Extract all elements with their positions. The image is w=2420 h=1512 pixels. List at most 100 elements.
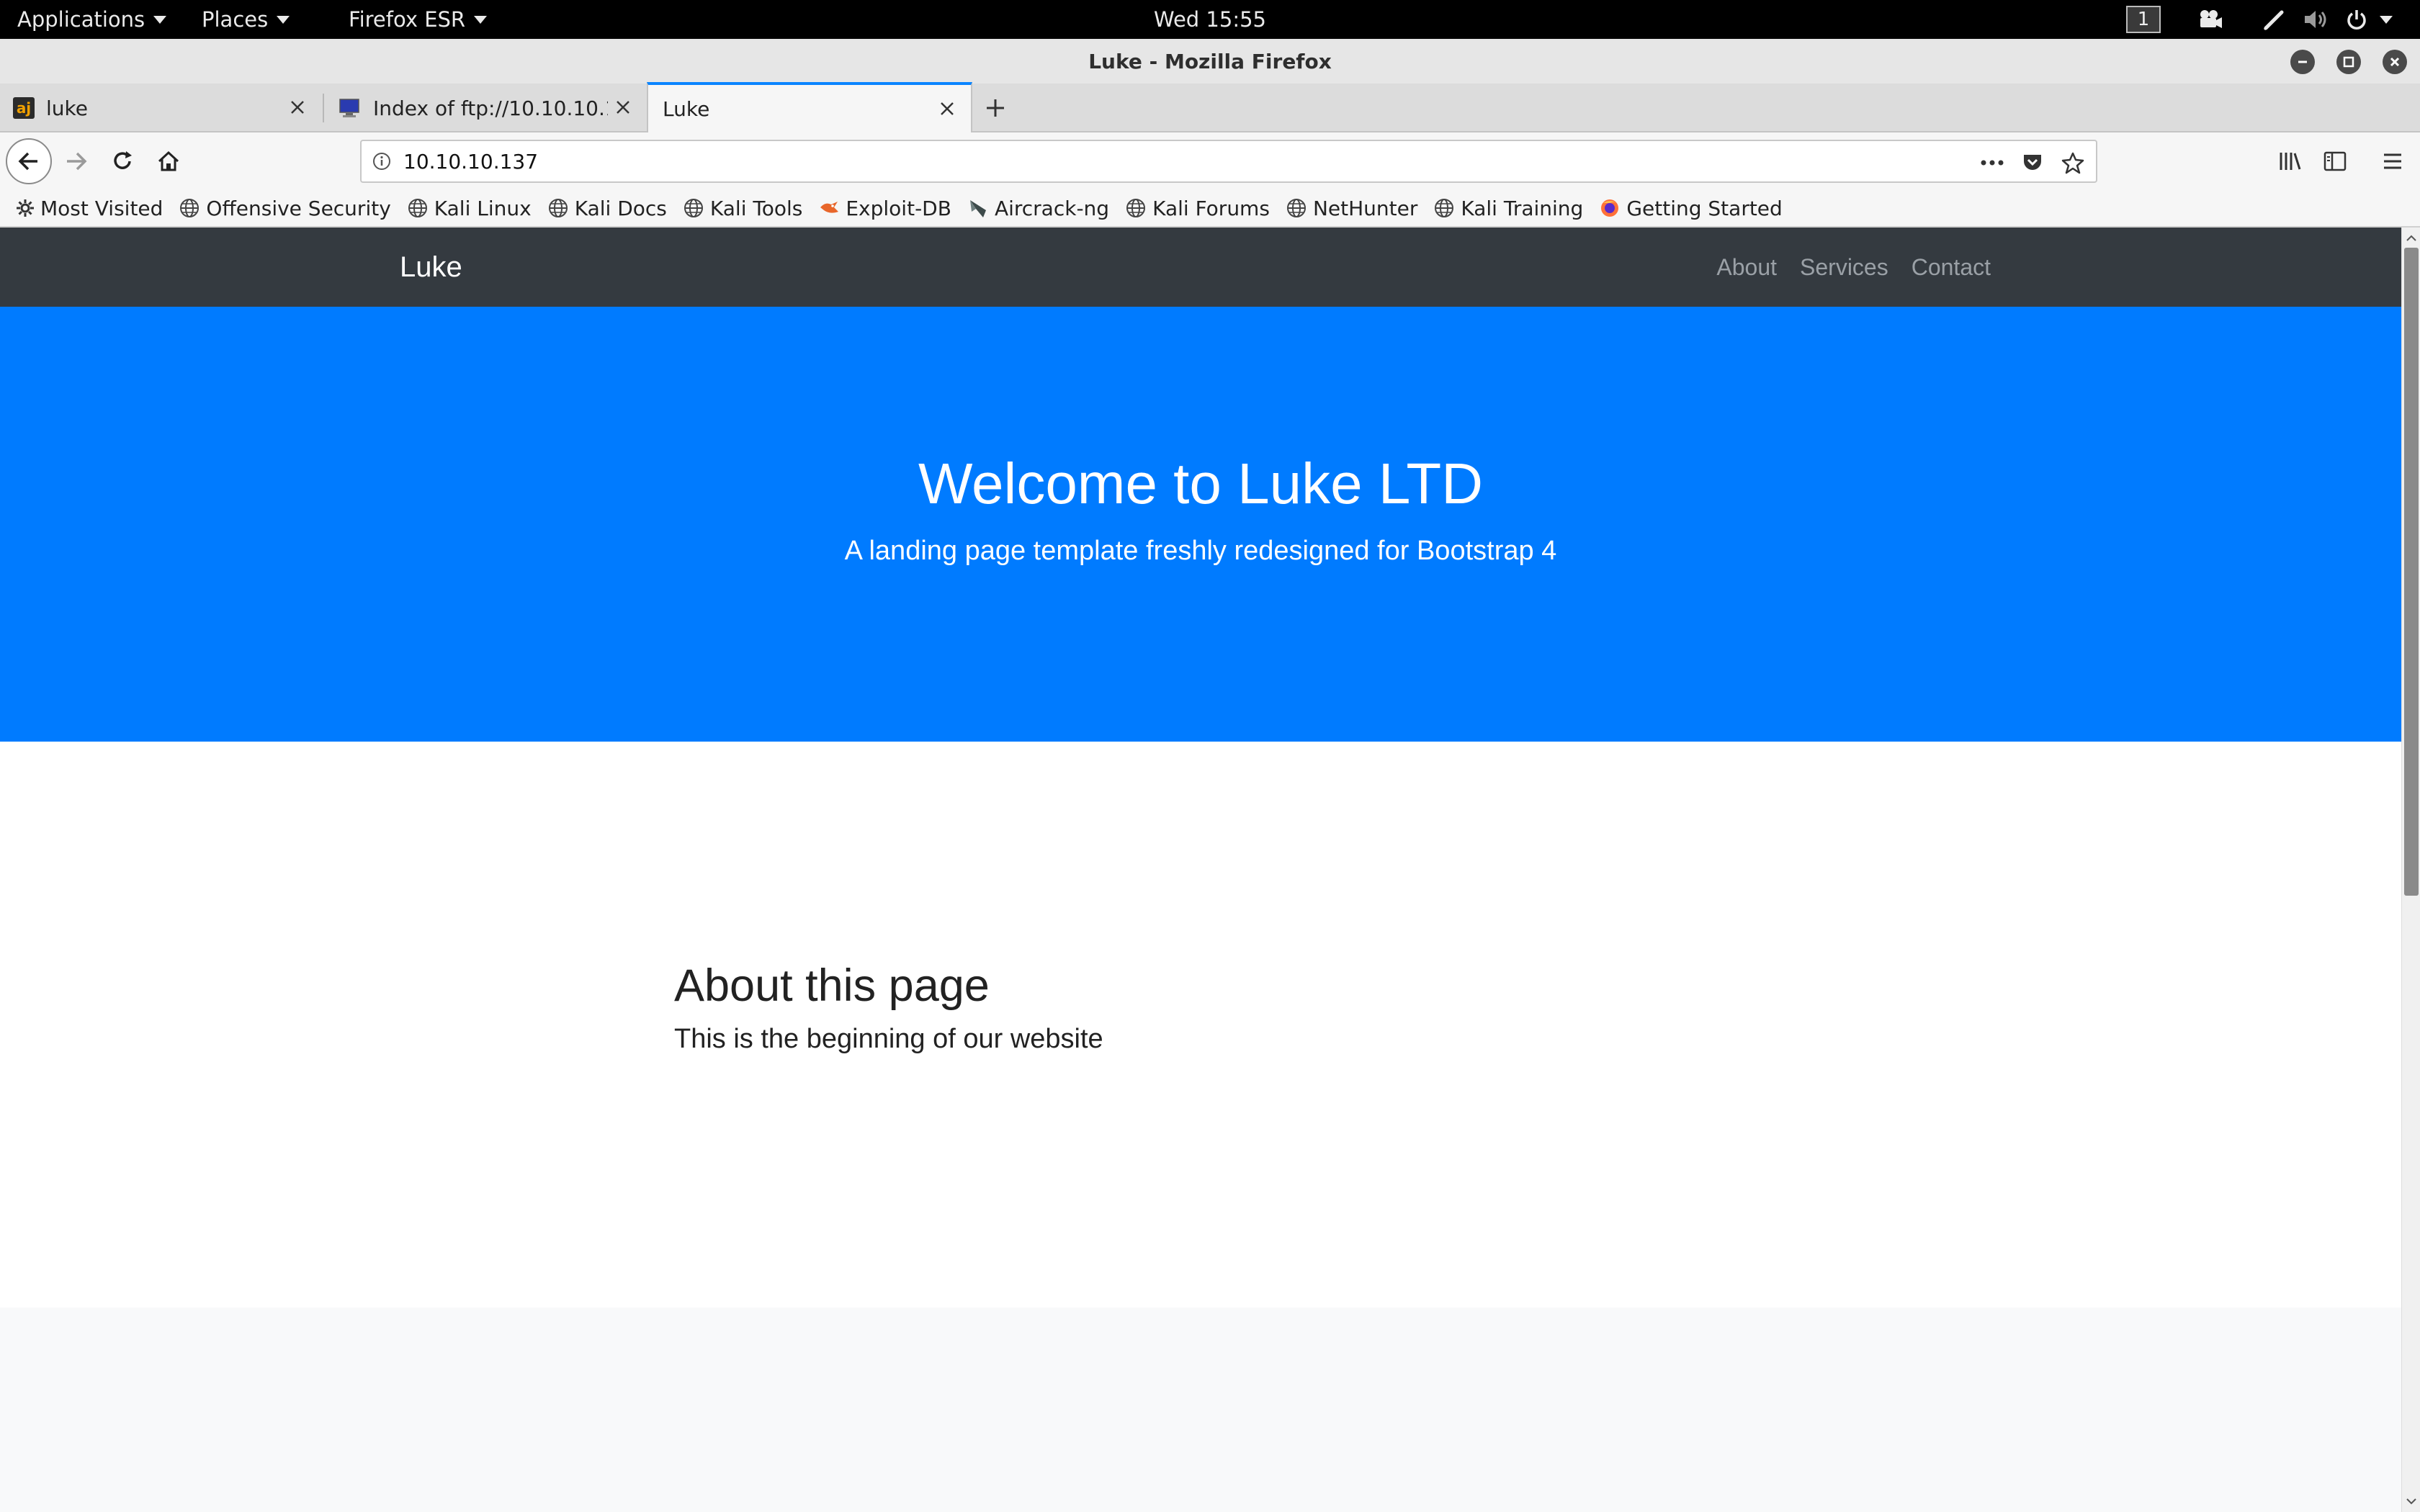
- close-tab-button[interactable]: [612, 96, 634, 118]
- minimize-icon: [2298, 60, 2307, 63]
- site-brand-link[interactable]: Luke: [400, 228, 462, 307]
- tab-luke-burp[interactable]: aj luke: [0, 84, 321, 132]
- bookmark-kali-linux[interactable]: Kali Linux: [407, 197, 532, 220]
- globe-icon: [180, 199, 200, 217]
- monitor-icon: [339, 99, 359, 117]
- tab-label: Index of ftp://10.10.10.137: [373, 96, 608, 120]
- power-menu[interactable]: [2345, 0, 2393, 39]
- window-titlebar: Luke - Mozilla Firefox: [0, 39, 2420, 84]
- nav-link-about[interactable]: About: [1716, 254, 1777, 281]
- aircrack-icon: [969, 200, 986, 217]
- globe-icon: [548, 199, 568, 217]
- scroll-up-arrow[interactable]: [2402, 229, 2420, 248]
- bookmark-label: NetHunter: [1312, 196, 1418, 220]
- bookmark-label: Kali Tools: [709, 196, 803, 220]
- sidebar-button[interactable]: [2316, 143, 2354, 180]
- exploitdb-icon: [820, 202, 839, 213]
- reload-icon: [114, 151, 132, 169]
- arrow-right-icon: [67, 152, 87, 171]
- bookmark-most-visited[interactable]: Most Visited: [16, 197, 163, 220]
- more-horizontal-icon: [1981, 160, 2004, 166]
- maximize-icon: [2343, 56, 2354, 68]
- hero-section: Welcome to Luke LTD A landing page templ…: [0, 307, 2401, 742]
- pen-tool-icon[interactable]: [2263, 0, 2286, 39]
- site-navbar: Luke About Services Contact: [0, 228, 2401, 307]
- info-icon[interactable]: [372, 151, 392, 171]
- bookmark-label: Kali Linux: [434, 196, 532, 220]
- bookmark-kali-docs[interactable]: Kali Docs: [547, 197, 667, 220]
- close-window-button[interactable]: [2383, 50, 2407, 74]
- url-text[interactable]: 10.10.10.137: [403, 150, 538, 174]
- home-icon: [158, 150, 179, 171]
- hero-title: Welcome to Luke LTD: [918, 451, 1484, 516]
- about-text: This is the beginning of our website: [674, 1023, 1103, 1054]
- bookmark-label: Getting Started: [1626, 196, 1783, 220]
- page-scrollbar[interactable]: [2401, 228, 2420, 1512]
- bookmark-label: Most Visited: [40, 196, 163, 220]
- back-button[interactable]: [6, 138, 52, 184]
- hero-subtitle: A landing page template freshly redesign…: [844, 536, 1557, 566]
- nav-link-contact[interactable]: Contact: [1912, 254, 1991, 281]
- library-button[interactable]: [2272, 143, 2309, 180]
- volume-icon[interactable]: [2303, 0, 2329, 39]
- tab-label: luke: [46, 96, 88, 120]
- bookmark-nethunter[interactable]: NetHunter: [1286, 197, 1417, 220]
- library-icon: [2280, 153, 2301, 170]
- footer-section: [0, 1308, 2401, 1512]
- home-button[interactable]: [150, 143, 187, 180]
- hamburger-menu-icon: [2384, 153, 2401, 169]
- forward-button[interactable]: [58, 143, 95, 180]
- scrollbar-thumb[interactable]: [2404, 248, 2419, 896]
- firefox-icon: [1601, 199, 1619, 217]
- video-camera-icon[interactable]: [2198, 0, 2223, 39]
- bookmark-aircrack-ng[interactable]: Aircrack-ng: [967, 197, 1109, 220]
- site-brand-label: Luke: [400, 251, 462, 283]
- about-section: About this page This is the beginning of…: [674, 959, 1103, 1055]
- maximize-button[interactable]: [2336, 50, 2361, 74]
- power-icon: [2347, 10, 2366, 30]
- bookmark-kali-training[interactable]: Kali Training: [1433, 197, 1583, 220]
- bookmark-offensive-security[interactable]: Offensive Security: [179, 197, 391, 220]
- nav-link-services[interactable]: Services: [1800, 254, 1888, 281]
- sidebar-icon: [2323, 151, 2347, 171]
- tab-luke-active[interactable]: Luke: [647, 82, 972, 132]
- open-menu-button[interactable]: [2374, 143, 2411, 180]
- clock[interactable]: Wed 15:55: [0, 0, 2420, 39]
- close-tab-button[interactable]: [287, 96, 308, 118]
- close-icon: [941, 102, 954, 115]
- clock-label: Wed 15:55: [1153, 7, 1267, 32]
- bookmark-label: Kali Training: [1461, 196, 1584, 220]
- bookmark-kali-tools[interactable]: Kali Tools: [683, 197, 802, 220]
- navigation-toolbar: 10.10.10.137: [0, 132, 2420, 190]
- bookmark-exploit-db[interactable]: Exploit-DB: [818, 197, 951, 220]
- pocket-button[interactable]: [2020, 150, 2045, 176]
- pocket-icon: [2024, 155, 2041, 170]
- scroll-down-arrow[interactable]: [2402, 1492, 2420, 1511]
- minimize-button[interactable]: [2290, 50, 2315, 74]
- bookmark-star-button[interactable]: [2060, 150, 2086, 176]
- bookmark-getting-started[interactable]: Getting Started: [1599, 196, 1783, 220]
- close-icon: [2390, 57, 2400, 67]
- bookmark-kali-forums[interactable]: Kali Forums: [1125, 197, 1270, 220]
- chevron-up-icon: [2406, 235, 2416, 241]
- new-tab-button[interactable]: [981, 94, 1010, 122]
- bookmark-label: Exploit-DB: [846, 196, 951, 220]
- reload-button[interactable]: [104, 143, 141, 180]
- workspace-indicator[interactable]: 1: [2126, 0, 2161, 39]
- page-actions-button[interactable]: [1979, 150, 2005, 176]
- tab-ftp-index[interactable]: Index of ftp://10.10.10.137: [324, 84, 647, 132]
- url-bar[interactable]: 10.10.10.137: [360, 140, 2097, 183]
- close-icon: [617, 101, 629, 114]
- page-viewport: Luke About Services Contact Welcome to L…: [0, 228, 2401, 1512]
- chevron-down-icon: [2406, 1498, 2416, 1505]
- tab-label: Luke: [663, 96, 710, 121]
- globe-icon: [1435, 199, 1454, 217]
- about-title: About this page: [674, 960, 990, 1011]
- window-title: Luke - Mozilla Firefox: [1088, 49, 1332, 73]
- site-nav-links: About Services Contact: [1693, 228, 1991, 307]
- tab-bar: aj luke Index of ftp://10.10.10.137 Luke: [0, 82, 2420, 132]
- bookmark-label: Aircrack-ng: [994, 196, 1110, 220]
- plus-icon: [987, 99, 1004, 117]
- close-tab-button[interactable]: [936, 98, 958, 120]
- globe-icon: [1126, 199, 1146, 217]
